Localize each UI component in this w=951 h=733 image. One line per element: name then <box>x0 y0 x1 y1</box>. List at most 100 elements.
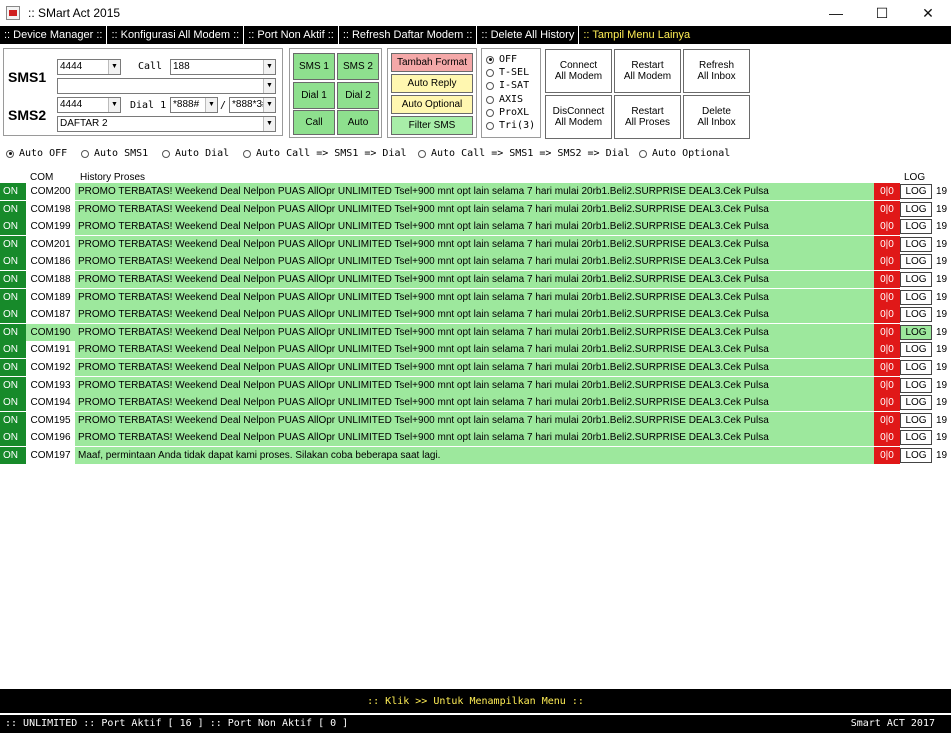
log-button[interactable]: LOG <box>900 289 932 305</box>
operator-option-axis[interactable]: AXIS <box>486 94 523 105</box>
auto-mode-call-sms1-sms2-dial[interactable]: Auto Call => SMS1 => SMS2 => Dial <box>418 148 630 159</box>
delete-all-inbox-button[interactable]: Delete All Inbox <box>683 95 750 139</box>
header-history: History Proses <box>80 172 146 183</box>
table-row[interactable]: ON COM201 PROMO TERBATAS! Weekend Deal Nel… <box>0 235 951 253</box>
auto-mode-optional[interactable]: Auto Optional <box>639 148 730 159</box>
table-row[interactable]: ON COM198 PROMO TERBATAS! Weekend Deal Nel… <box>0 200 951 218</box>
menu-bar: :: Device Manager :: :: Konfigurasi All … <box>0 26 951 44</box>
log-button[interactable]: LOG <box>900 430 932 446</box>
table-row[interactable]: ON COM194 PROMO TERBATAS! Weekend Deal Nel… <box>0 394 951 412</box>
chevron-down-icon[interactable]: ▼ <box>108 60 120 74</box>
operator-label: AXIS <box>499 94 524 105</box>
close-button[interactable]: ✕ <box>905 0 951 26</box>
log-button[interactable]: LOG <box>900 236 932 252</box>
auto-mode-sms1[interactable]: Auto SMS1 <box>81 148 148 159</box>
log-button[interactable]: LOG <box>900 254 932 270</box>
status-cell: ON <box>0 288 26 306</box>
table-row[interactable]: ON COM188 PROMO TERBATAS! Weekend Deal Nel… <box>0 271 951 288</box>
table-row[interactable]: ON COM190 PROMO TERBATAS! Weekend Deal Nel… <box>0 323 951 341</box>
table-row[interactable]: ON COM186 PROMO TERBATAS! Weekend Deal Nel… <box>0 253 951 271</box>
table-row[interactable]: ON COM197 Maaf, permintaan Anda tidak dapa… <box>0 447 951 464</box>
sms1-text-combo[interactable]: ▼ <box>57 78 276 94</box>
table-row[interactable]: ON COM195 PROMO TERBATAS! Weekend Deal Nel… <box>0 411 951 429</box>
sms1-button[interactable]: SMS 1 <box>293 53 335 80</box>
table-row[interactable]: ON COM187 PROMO TERBATAS! Weekend Deal Nel… <box>0 306 951 324</box>
operator-option-proxl[interactable]: ProXL <box>486 107 529 118</box>
trailing-cell: 19 <box>936 274 948 285</box>
refresh-all-inbox-button[interactable]: Refresh All Inbox <box>683 49 750 93</box>
log-button[interactable]: LOG <box>900 395 932 411</box>
auto-mode-call-sms1-dial[interactable]: Auto Call => SMS1 => Dial <box>243 148 407 159</box>
auto-mode-off[interactable]: Auto OFF <box>6 148 67 159</box>
operator-option-tri[interactable]: Tri(3) <box>486 120 535 131</box>
chevron-down-icon[interactable]: ▼ <box>108 98 120 112</box>
log-button[interactable]: LOG <box>900 201 932 217</box>
radio-checked-icon <box>486 55 494 64</box>
com-port-cell: COM188 <box>26 271 75 288</box>
menu-konfigurasi-all-modem[interactable]: :: Konfigurasi All Modem :: <box>107 26 245 44</box>
menu-refresh-daftar-modem[interactable]: :: Refresh Daftar Modem :: <box>339 26 478 44</box>
history-cell: PROMO TERBATAS! Weekend Deal Nelpon PUAS… <box>75 323 874 341</box>
log-button[interactable]: LOG <box>900 360 932 375</box>
minimize-button[interactable]: — <box>813 0 859 26</box>
filter-sms-button[interactable]: Filter SMS <box>391 116 473 135</box>
auto-reply-button[interactable]: Auto Reply <box>391 74 473 93</box>
dial1-button[interactable]: Dial 1 <box>293 82 335 109</box>
call-number-combo[interactable]: 188 ▼ <box>170 59 276 75</box>
table-row[interactable]: ON COM193 PROMO TERBATAS! Weekend Deal Nel… <box>0 376 951 394</box>
app-icon[interactable] <box>6 6 20 20</box>
auto-mode-dial[interactable]: Auto Dial <box>162 148 229 159</box>
table-row[interactable]: ON COM191 PROMO TERBATAS! Weekend Deal Nel… <box>0 341 951 359</box>
maximize-button[interactable]: ☐ <box>859 0 905 26</box>
trailing-cell: 19 <box>936 186 948 197</box>
operator-option-isat[interactable]: I-SAT <box>486 80 529 91</box>
log-button[interactable]: LOG <box>900 324 932 340</box>
table-row[interactable]: ON COM199 PROMO TERBATAS! Weekend Deal Nel… <box>0 218 951 236</box>
operator-option-tsel[interactable]: T-SEL <box>486 67 529 78</box>
operator-panel: OFF T-SEL I-SAT AXIS ProXL Tri(3) <box>481 48 541 138</box>
sms2-button[interactable]: SMS 2 <box>337 53 379 80</box>
count-cell: 0|0 <box>874 323 900 341</box>
menu-device-manager[interactable]: :: Device Manager :: <box>0 26 108 44</box>
menu-delete-all-history[interactable]: :: Delete All History <box>477 26 580 44</box>
table-row[interactable]: ON COM189 PROMO TERBATAS! Weekend Deal Nel… <box>0 288 951 306</box>
show-menu-bar[interactable]: :: Klik >> Untuk Menampilkan Menu :: <box>0 689 951 713</box>
connect-all-modem-button[interactable]: Connect All Modem <box>545 49 612 93</box>
restart-all-modem-button[interactable]: Restart All Modem <box>614 49 681 93</box>
log-button[interactable]: LOG <box>900 272 932 287</box>
operator-option-off[interactable]: OFF <box>486 54 517 65</box>
restart-all-proses-button[interactable]: Restart All Proses <box>614 95 681 139</box>
log-button[interactable]: LOG <box>900 412 932 428</box>
dial2-button[interactable]: Dial 2 <box>337 82 379 109</box>
dial2-code-combo[interactable]: *888*3# ▼ <box>229 97 276 113</box>
chevron-down-icon[interactable]: ▼ <box>263 60 275 74</box>
log-button[interactable]: LOG <box>900 219 932 235</box>
chevron-down-icon[interactable]: ▼ <box>205 98 217 112</box>
sms2-text-combo[interactable]: DAFTAR 2 ▼ <box>57 116 276 132</box>
chevron-down-icon[interactable]: ▼ <box>263 117 275 131</box>
disconnect-all-modem-button[interactable]: DisConnect All Modem <box>545 95 612 139</box>
sms1-number-combo[interactable]: 4444 ▼ <box>57 59 121 75</box>
auto-button[interactable]: Auto <box>337 110 379 135</box>
table-row[interactable]: ON COM196 PROMO TERBATAS! Weekend Deal Nel… <box>0 429 951 447</box>
log-button[interactable]: LOG <box>900 448 932 463</box>
log-button[interactable]: LOG <box>900 184 932 199</box>
tambah-format-button[interactable]: Tambah Format <box>391 53 473 72</box>
log-button[interactable]: LOG <box>900 307 932 323</box>
table-row[interactable]: ON COM200 PROMO TERBATAS! Weekend Deal Nel… <box>0 183 951 200</box>
chevron-down-icon[interactable]: ▼ <box>263 79 275 93</box>
header-log: LOG <box>904 172 926 183</box>
log-button[interactable]: LOG <box>900 377 932 393</box>
auto-optional-button[interactable]: Auto Optional <box>391 95 473 114</box>
log-button[interactable]: LOG <box>900 342 932 358</box>
dial1-code-combo[interactable]: *888# ▼ <box>170 97 218 113</box>
operator-label: Tri(3) <box>499 120 536 131</box>
menu-port-non-aktif[interactable]: :: Port Non Aktif :: <box>244 26 339 44</box>
menu-tampil-menu-lainya[interactable]: :: Tampil Menu Lainya <box>579 26 694 44</box>
chevron-down-icon[interactable]: ▼ <box>263 98 275 112</box>
call-button[interactable]: Call <box>293 110 335 135</box>
trailing-cell: 19 <box>936 397 948 409</box>
operator-label: OFF <box>499 54 518 65</box>
table-row[interactable]: ON COM192 PROMO TERBATAS! Weekend Deal Nel… <box>0 359 951 376</box>
sms2-number-combo[interactable]: 4444 ▼ <box>57 97 121 113</box>
